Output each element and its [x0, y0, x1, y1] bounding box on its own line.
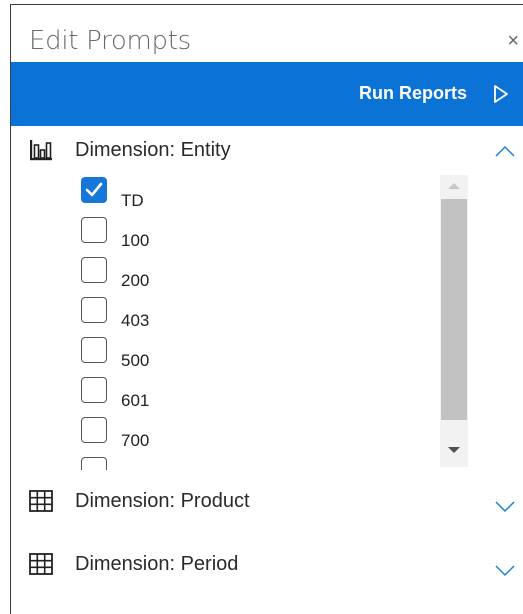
checkmark-icon: [85, 182, 103, 197]
checkbox[interactable]: [81, 297, 107, 323]
panel-titlebar: Edit Prompts ×: [11, 5, 523, 62]
scroll-down-arrow-icon[interactable]: [447, 446, 461, 454]
chevron-down-icon[interactable]: [495, 501, 515, 513]
item-label: TD: [121, 191, 144, 210]
section-label: Dimension: Period: [75, 553, 239, 575]
list-item[interactable]: 403: [81, 297, 421, 333]
checkbox[interactable]: [81, 337, 107, 363]
item-label: 700: [121, 431, 150, 450]
item-label: 601: [121, 391, 150, 410]
play-icon[interactable]: [493, 84, 509, 104]
scroll-up-arrow-icon[interactable]: [447, 182, 461, 190]
chevron-up-icon[interactable]: [495, 145, 515, 157]
item-label: 403: [121, 311, 150, 330]
list-scrollbar[interactable]: [440, 175, 468, 467]
section-label: Dimension: Product: [75, 490, 250, 512]
chevron-down-icon[interactable]: [495, 565, 515, 577]
section-header-entity[interactable]: Dimension: Entity: [11, 131, 523, 171]
section-header-product[interactable]: Dimension: Product: [11, 482, 523, 522]
run-reports-button[interactable]: Run Reports: [359, 83, 467, 104]
list-item[interactable]: 601: [81, 377, 421, 413]
scrollbar-thumb[interactable]: [441, 199, 467, 420]
grid-icon: [29, 490, 53, 512]
run-reports-bar[interactable]: Run Reports: [11, 62, 523, 126]
item-label: 200: [121, 271, 150, 290]
section-label: Dimension: Entity: [75, 139, 231, 161]
checkbox[interactable]: [81, 217, 107, 243]
checkbox[interactable]: [81, 377, 107, 403]
checkbox[interactable]: [81, 417, 107, 443]
checkbox[interactable]: [81, 257, 107, 283]
list-item[interactable]: 500: [81, 337, 421, 373]
close-button[interactable]: ×: [507, 31, 519, 51]
bar-chart-icon: [30, 140, 52, 161]
list-item[interactable]: 700: [81, 417, 421, 453]
list-item[interactable]: 100: [81, 217, 421, 253]
list-item[interactable]: 200: [81, 257, 421, 293]
item-label: 500: [121, 351, 150, 370]
list-item[interactable]: [81, 457, 421, 470]
list-item[interactable]: TD: [81, 177, 421, 213]
grid-icon: [29, 553, 53, 575]
panel-title: Edit Prompts: [29, 26, 191, 56]
item-label: 100: [121, 231, 150, 250]
section-header-period[interactable]: Dimension: Period: [11, 545, 523, 585]
edit-prompts-panel: Edit Prompts × Run Reports Dimension: En…: [10, 4, 523, 614]
checkbox[interactable]: [81, 457, 107, 470]
checkbox-checked[interactable]: [81, 177, 107, 203]
